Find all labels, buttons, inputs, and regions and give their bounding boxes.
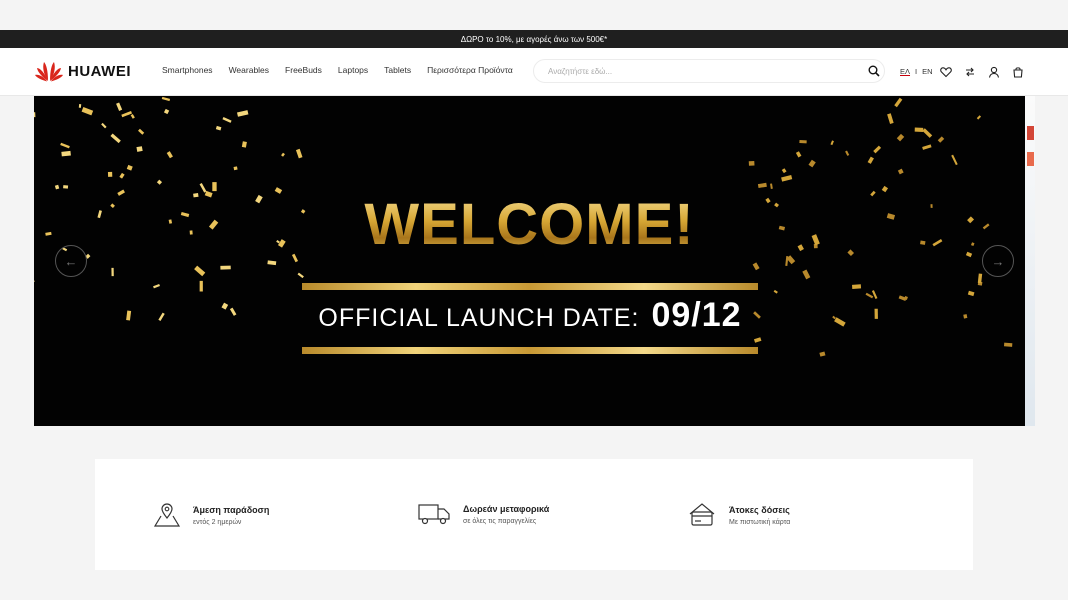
search-box	[533, 59, 885, 83]
nav-item-tablets[interactable]: Tablets	[384, 65, 411, 75]
feature-subtitle: Με πιστωτική κάρτα	[729, 518, 791, 526]
features-strip: Άμεση παράδοση εντός 2 ημερών Δωρεάν μετ…	[95, 459, 973, 570]
compare-icon[interactable]	[964, 66, 976, 78]
next-slide-peek[interactable]	[1025, 96, 1035, 426]
banner-headline: WELCOME!	[34, 191, 1025, 258]
site-header: HUAWEI Smartphones Wearables FreeBuds La…	[0, 48, 1068, 96]
language-switcher: ΕΛ I EN	[900, 67, 933, 76]
lang-el[interactable]: ΕΛ	[900, 67, 910, 76]
arrow-right-icon: →	[991, 253, 1005, 269]
huawei-flower-icon	[35, 62, 63, 82]
promo-bar[interactable]: ΔΩΡΟ το 10%, με αγορές άνω των 500€*	[0, 30, 1068, 48]
header-icons	[940, 66, 1024, 78]
nav-item-laptops[interactable]: Laptops	[338, 65, 368, 75]
nav-item-smartphones[interactable]: Smartphones	[162, 65, 213, 75]
nav-item-wearables[interactable]: Wearables	[229, 65, 269, 75]
arrow-left-icon: ←	[64, 253, 78, 269]
feature-delivery: Άμεση παράδοση εντός 2 ημερών	[153, 502, 269, 528]
brand-logo[interactable]: HUAWEI	[35, 60, 131, 82]
launch-label: OFFICIAL LAUNCH DATE:	[318, 304, 640, 332]
gold-divider-top	[302, 283, 758, 290]
feature-title: Άμεση παράδοση	[193, 504, 270, 515]
lang-en[interactable]: EN	[922, 67, 932, 76]
feature-title: Δωρεάν μεταφορικά	[463, 503, 550, 514]
feature-free-shipping: Δωρεάν μεταφορικά σε όλες τις παραγγελίε…	[417, 502, 549, 526]
brand-name: HUAWEI	[68, 62, 131, 80]
feature-title: Άτοκες δόσεις	[729, 504, 790, 515]
heart-icon[interactable]	[940, 66, 952, 78]
feature-subtitle: εντός 2 ημερών	[193, 518, 242, 526]
credit-card-icon	[689, 503, 715, 526]
promo-text: ΔΩΡΟ το 10%, με αγορές άνω των 500€*	[460, 34, 608, 44]
feature-installments: Άτοκες δόσεις Με πιστωτική κάρτα	[687, 502, 790, 528]
nav-item-more-products[interactable]: Περισσότερα Προϊόντα	[427, 65, 513, 75]
nav-item-freebuds[interactable]: FreeBuds	[285, 65, 322, 75]
main-nav: Smartphones Wearables FreeBuds Laptops T…	[162, 65, 529, 75]
lang-separator: I	[915, 67, 918, 76]
launch-date: 09/12	[651, 296, 742, 334]
search-icon[interactable]	[868, 65, 880, 77]
launch-date-row: OFFICIAL LAUNCH DATE: 09/12	[302, 296, 758, 335]
feature-subtitle: σε όλες τις παραγγελίες	[463, 517, 537, 525]
confetti-decoration	[34, 96, 1013, 357]
bag-icon[interactable]	[1012, 66, 1024, 78]
search-input[interactable]	[548, 60, 848, 82]
gold-divider-bottom	[302, 347, 758, 354]
hero-banner[interactable]: WELCOME! OFFICIAL LAUNCH DATE: 09/12 ← →	[34, 96, 1025, 426]
carousel-prev-button[interactable]: ←	[55, 245, 87, 277]
map-pin-icon	[153, 503, 181, 527]
user-icon[interactable]	[988, 66, 1000, 78]
truck-icon	[418, 504, 450, 525]
carousel-next-button[interactable]: →	[982, 245, 1014, 277]
browser-top-strip	[0, 0, 1068, 30]
